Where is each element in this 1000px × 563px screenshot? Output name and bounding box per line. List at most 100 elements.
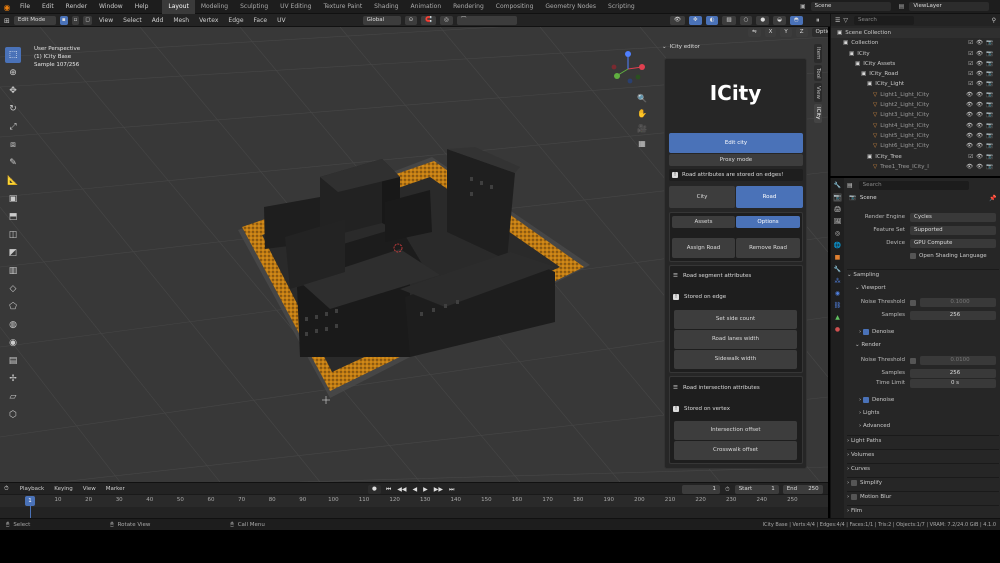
motion-blur-section[interactable]: › Motion Blur [847,491,999,501]
timeline-menu-keying[interactable]: Keying [49,486,77,492]
sidebar-tab-tool[interactable]: Tool [814,64,822,82]
menu-edit[interactable]: Edit [36,0,60,14]
sidebar-tab-item[interactable]: Item [814,44,822,63]
render-engine-dropdown[interactable]: Cycles [910,213,996,222]
mirror-z-toggle[interactable]: Z [795,28,808,37]
pause-icon[interactable]: ⏸ [816,16,820,25]
render-camera-icon[interactable]: 📷 [986,92,996,98]
eye-icon[interactable]: 👁 [976,112,986,118]
overlay-icon[interactable]: ◐ [705,16,719,25]
workspace-tab-uv-editing[interactable]: UV Editing [274,0,317,14]
eye-icon[interactable]: 👁 [976,123,986,129]
end-frame-field[interactable]: End 250 [782,485,823,494]
shading-solid-icon[interactable]: ● [756,16,770,25]
mirror-y-toggle[interactable]: Y [780,28,792,37]
motion-blur-checkbox[interactable] [850,493,857,500]
start-frame-field[interactable]: Start 1 [734,485,779,494]
eye-icon[interactable]: 👁 [976,40,986,46]
render-camera-icon[interactable]: 📷 [986,143,996,149]
props-editor-icon[interactable]: ▤ [847,182,853,189]
edit-city-button[interactable]: Edit city [669,133,803,153]
shading-rendered-icon[interactable]: ◓ [790,16,803,25]
physics-props-icon[interactable]: ◉ [833,289,842,298]
volumes-section[interactable]: › Volumes [847,449,999,459]
extrude-icon[interactable]: ⬒ [5,209,21,225]
curves-section[interactable]: › Curves [847,463,999,473]
render-subsection[interactable]: ⌄ Render [855,340,881,350]
jump-end-icon[interactable]: ⏭ [449,486,454,494]
timeline-menu-view[interactable]: View [78,486,101,492]
outliner-filter-icon[interactable]: ⚲ [992,17,996,24]
outliner-row[interactable]: ▽ Tree1_Tree_ICity_I 👁👁📷 [831,162,1000,172]
poly-build-icon[interactable]: ⬠ [5,299,21,315]
osl-checkbox[interactable]: Open Shading Language [910,253,987,259]
tab-assets[interactable]: Assets [672,216,735,228]
vp-samples-field[interactable]: 256 [910,311,996,320]
object-props-icon[interactable]: ■ [833,253,842,262]
outliner-row[interactable]: ▣ Scene Collection [831,28,1000,39]
header-menu-face[interactable]: Face [249,17,273,24]
eye-icon[interactable]: 👁 [976,61,986,67]
edge-select-icon[interactable]: ▫ [71,16,80,25]
output-props-icon[interactable]: 🖨 [833,205,842,214]
modifier-props-icon[interactable]: 🔧 [833,265,842,274]
header-menu-mesh[interactable]: Mesh [168,17,194,24]
cursor-icon[interactable]: ⊕ [5,65,21,81]
visibility-icon[interactable]: 👁 [670,16,685,25]
menu-file[interactable]: File [14,0,36,14]
workspace-tab-rendering[interactable]: Rendering [447,0,490,14]
play-reverse-icon[interactable]: ◀ [412,486,417,493]
mirror-icon[interactable]: ⇋ [748,28,761,37]
rotate-icon[interactable]: ↻ [5,101,21,117]
render-camera-icon[interactable]: 📷 [986,112,996,118]
options-dropdown[interactable]: Options [811,28,828,37]
prev-key-icon[interactable]: ◀◀ [397,486,406,493]
render-camera-icon[interactable]: 📷 [986,102,996,108]
workspace-tab-texture-paint[interactable]: Texture Paint [317,0,368,14]
outliner-row[interactable]: ▣ ICity_Road ☑👁📷 [831,69,1000,79]
xray-icon[interactable]: ▨ [722,16,736,25]
advanced-subsection[interactable]: › Advanced [859,421,890,431]
record-icon[interactable]: ● [368,485,381,494]
scale-icon[interactable]: ⤢ [5,119,21,135]
tab-options[interactable]: Options [736,216,800,228]
r-noise-checkbox[interactable] [910,358,916,364]
outliner-row[interactable]: ▽ Light6_Light_ICity 👁👁📷 [831,141,1000,151]
workspace-tab-modeling[interactable]: Modeling [195,0,234,14]
annotate-icon[interactable]: ✎ [5,155,21,171]
clock-icon[interactable]: ⏱ [4,485,9,493]
select-box-icon[interactable]: ⬚ [5,47,21,63]
move-icon[interactable]: ✥ [5,83,21,99]
material-props-icon[interactable]: ● [833,325,842,334]
tab-road[interactable]: Road [736,186,803,208]
eye-icon[interactable]: 👁 [966,112,976,118]
snap-icon[interactable]: 🧲 [421,16,437,25]
blender-logo-icon[interactable]: ◉ [0,3,14,12]
workspace-tab-sculpting[interactable]: Sculpting [234,0,274,14]
proxy-mode-button[interactable]: Proxy mode [669,154,803,166]
render-camera-icon[interactable]: 📷 [986,71,996,77]
playhead[interactable]: 1 [25,496,35,506]
workspace-tab-animation[interactable]: Animation [405,0,448,14]
sampling-section[interactable]: ⌄ Sampling [847,269,999,279]
checkbox-icon[interactable]: ☑ [968,71,976,77]
checkbox-icon[interactable]: ☑ [968,51,976,57]
falloff-icon[interactable]: ⌒ [456,16,517,25]
menu-help[interactable]: Help [129,0,155,14]
r-denoise-subsection[interactable]: › Denoise [859,395,894,405]
render-camera-icon[interactable]: 📷 [986,123,996,129]
knife-icon[interactable]: ◇ [5,281,21,297]
particles-props-icon[interactable]: ⁂ [833,277,842,286]
data-props-icon[interactable]: ▲ [833,313,842,322]
header-menu-view[interactable]: View [94,17,118,24]
preview-range-icon[interactable]: ⏱ [725,486,730,494]
add-cube-icon[interactable]: ▣ [5,191,21,207]
eye-icon[interactable]: 👁 [976,92,986,98]
render-camera-icon[interactable]: 📷 [986,133,996,139]
outliner-row[interactable]: ▽ Light2_Light_ICity 👁👁📷 [831,100,1000,110]
zoom-icon[interactable]: 🔍 [636,92,648,104]
header-menu-vertex[interactable]: Vertex [194,17,223,24]
header-menu-select[interactable]: Select [118,17,147,24]
header-menu-uv[interactable]: UV [272,17,291,24]
scene-props-icon[interactable]: ◎ [833,229,842,238]
